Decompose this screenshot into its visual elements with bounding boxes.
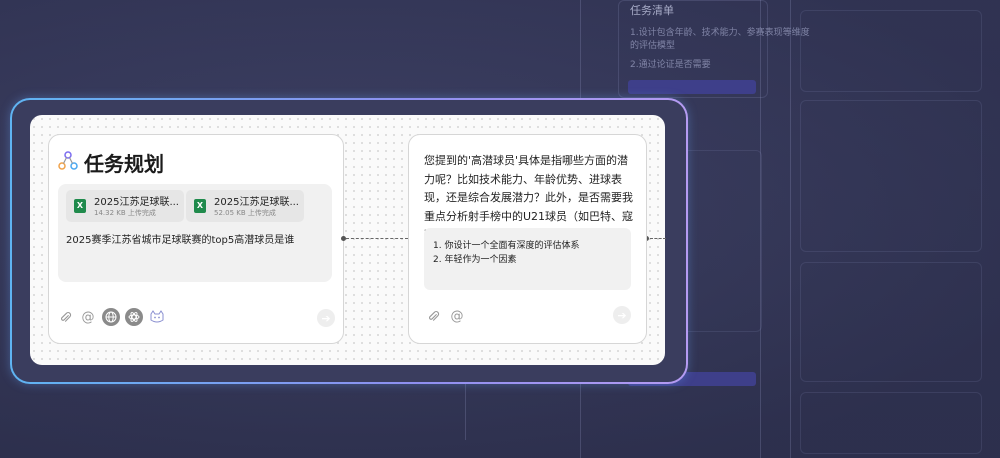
bg-text-line: 1.设计包含年龄、技术能力、参赛表现等维度 — [630, 28, 810, 38]
bg-connector — [465, 380, 466, 440]
excel-icon: X — [74, 199, 86, 213]
paperclip-icon[interactable] — [56, 308, 74, 326]
node-title: 任务规划 — [84, 152, 164, 176]
planner-toolbar: @ — [56, 308, 166, 326]
bg-text-line: 的评估模型 — [630, 41, 676, 51]
atom-icon[interactable] — [125, 308, 143, 326]
file-meta: 52.05 KB 上传完成 — [214, 209, 276, 217]
workflow-nodes-icon — [58, 150, 78, 175]
send-button[interactable]: ➔ — [613, 306, 631, 324]
bg-connector — [790, 0, 791, 458]
bg-side-card — [800, 100, 982, 252]
file-attachment[interactable]: X 2025江苏足球联... 52.05 KB 上传完成 — [186, 190, 304, 222]
file-name: 2025江苏足球联... — [214, 197, 299, 208]
globe-icon[interactable] — [102, 308, 120, 326]
bg-button — [628, 80, 756, 94]
send-button[interactable]: ➔ — [317, 309, 335, 327]
clarify-toolbar: @ — [424, 307, 466, 325]
answer-item: 1. 你设计一个全面有深度的评估体系 — [433, 241, 580, 251]
bg-side-card — [800, 10, 982, 92]
file-attachment[interactable]: X 2025江苏足球联... 14.32 KB 上传完成 — [66, 190, 184, 222]
bg-text-line: 2.通过论证是否需要 — [630, 60, 711, 70]
bg-side-card — [800, 392, 982, 454]
paperclip-icon[interactable] — [424, 307, 442, 325]
bg-panel-title: 任务清单 — [630, 4, 674, 17]
cat-mascot-icon[interactable] — [148, 308, 166, 326]
at-icon[interactable]: @ — [448, 307, 466, 325]
task-planning-header: 任务规划 — [58, 148, 164, 177]
excel-icon: X — [194, 199, 206, 213]
bg-side-card — [800, 262, 982, 382]
at-icon[interactable]: @ — [79, 308, 97, 326]
connector-line — [650, 238, 666, 239]
answer-item: 2. 年轻作为一个因素 — [433, 255, 517, 265]
file-meta: 14.32 KB 上传完成 — [94, 209, 156, 217]
connector-line — [346, 238, 408, 239]
query-text: 2025赛季江苏省城市足球联赛的top5高潜球员是谁 — [66, 235, 295, 246]
file-name: 2025江苏足球联... — [94, 197, 179, 208]
